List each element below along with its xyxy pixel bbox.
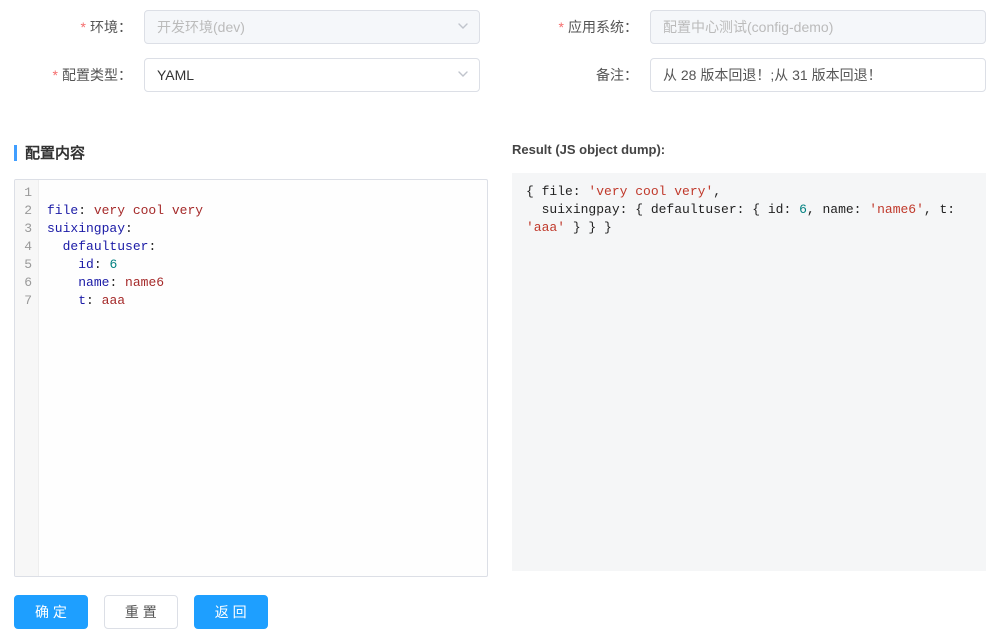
form-item-type: 配置类型： YAML [14,58,480,92]
form-row-1: 环境： 开发环境(dev) 应用系统： 配置中心测试(config-demo) [14,10,986,44]
form-row-2: 配置类型： YAML 备注： [14,58,986,92]
reset-button[interactable]: 重 置 [104,595,178,629]
remark-label: 备注： [520,65,650,85]
code-line [47,184,479,202]
ok-button[interactable]: 确 定 [14,595,88,629]
app-label: 应用系统： [520,17,650,37]
editor-panel: 配置内容 1234567 file: very cool verysuixing… [14,106,488,577]
result-output: { file: 'very cool very', suixingpay: { … [512,173,986,571]
env-value: 开发环境(dev) [157,17,245,37]
editor-content[interactable]: file: very cool verysuixingpay: defaultu… [39,180,487,576]
result-label: Result (JS object dump): [512,142,986,157]
env-label: 环境： [14,17,144,37]
code-line: defaultuser: [47,238,479,256]
result-panel: Result (JS object dump): { file: 'very c… [512,106,986,577]
code-line: suixingpay: [47,220,479,238]
button-row: 确 定 重 置 返 回 [14,595,986,629]
type-value: YAML [157,67,194,83]
env-select[interactable]: 开发环境(dev) [144,10,480,44]
code-line: t: aaa [47,292,479,310]
app-select[interactable]: 配置中心测试(config-demo) [650,10,986,44]
editor-gutter: 1234567 [15,180,39,576]
back-button[interactable]: 返 回 [194,595,268,629]
section-accent-bar [14,145,17,161]
remark-input[interactable] [650,58,986,92]
code-editor[interactable]: 1234567 file: very cool verysuixingpay: … [14,179,488,577]
section-title: 配置内容 [25,142,85,163]
app-value: 配置中心测试(config-demo) [663,17,833,37]
code-line: file: very cool very [47,202,479,220]
form-item-remark: 备注： [520,58,986,92]
form-item-env: 环境： 开发环境(dev) [14,10,480,44]
form-item-app: 应用系统： 配置中心测试(config-demo) [520,10,986,44]
chevron-down-icon [457,19,469,35]
content-row: 配置内容 1234567 file: very cool verysuixing… [14,106,986,577]
section-header: 配置内容 [14,142,488,163]
type-select[interactable]: YAML [144,58,480,92]
code-line: name: name6 [47,274,479,292]
code-line: id: 6 [47,256,479,274]
type-label: 配置类型： [14,65,144,85]
chevron-down-icon [457,67,469,83]
